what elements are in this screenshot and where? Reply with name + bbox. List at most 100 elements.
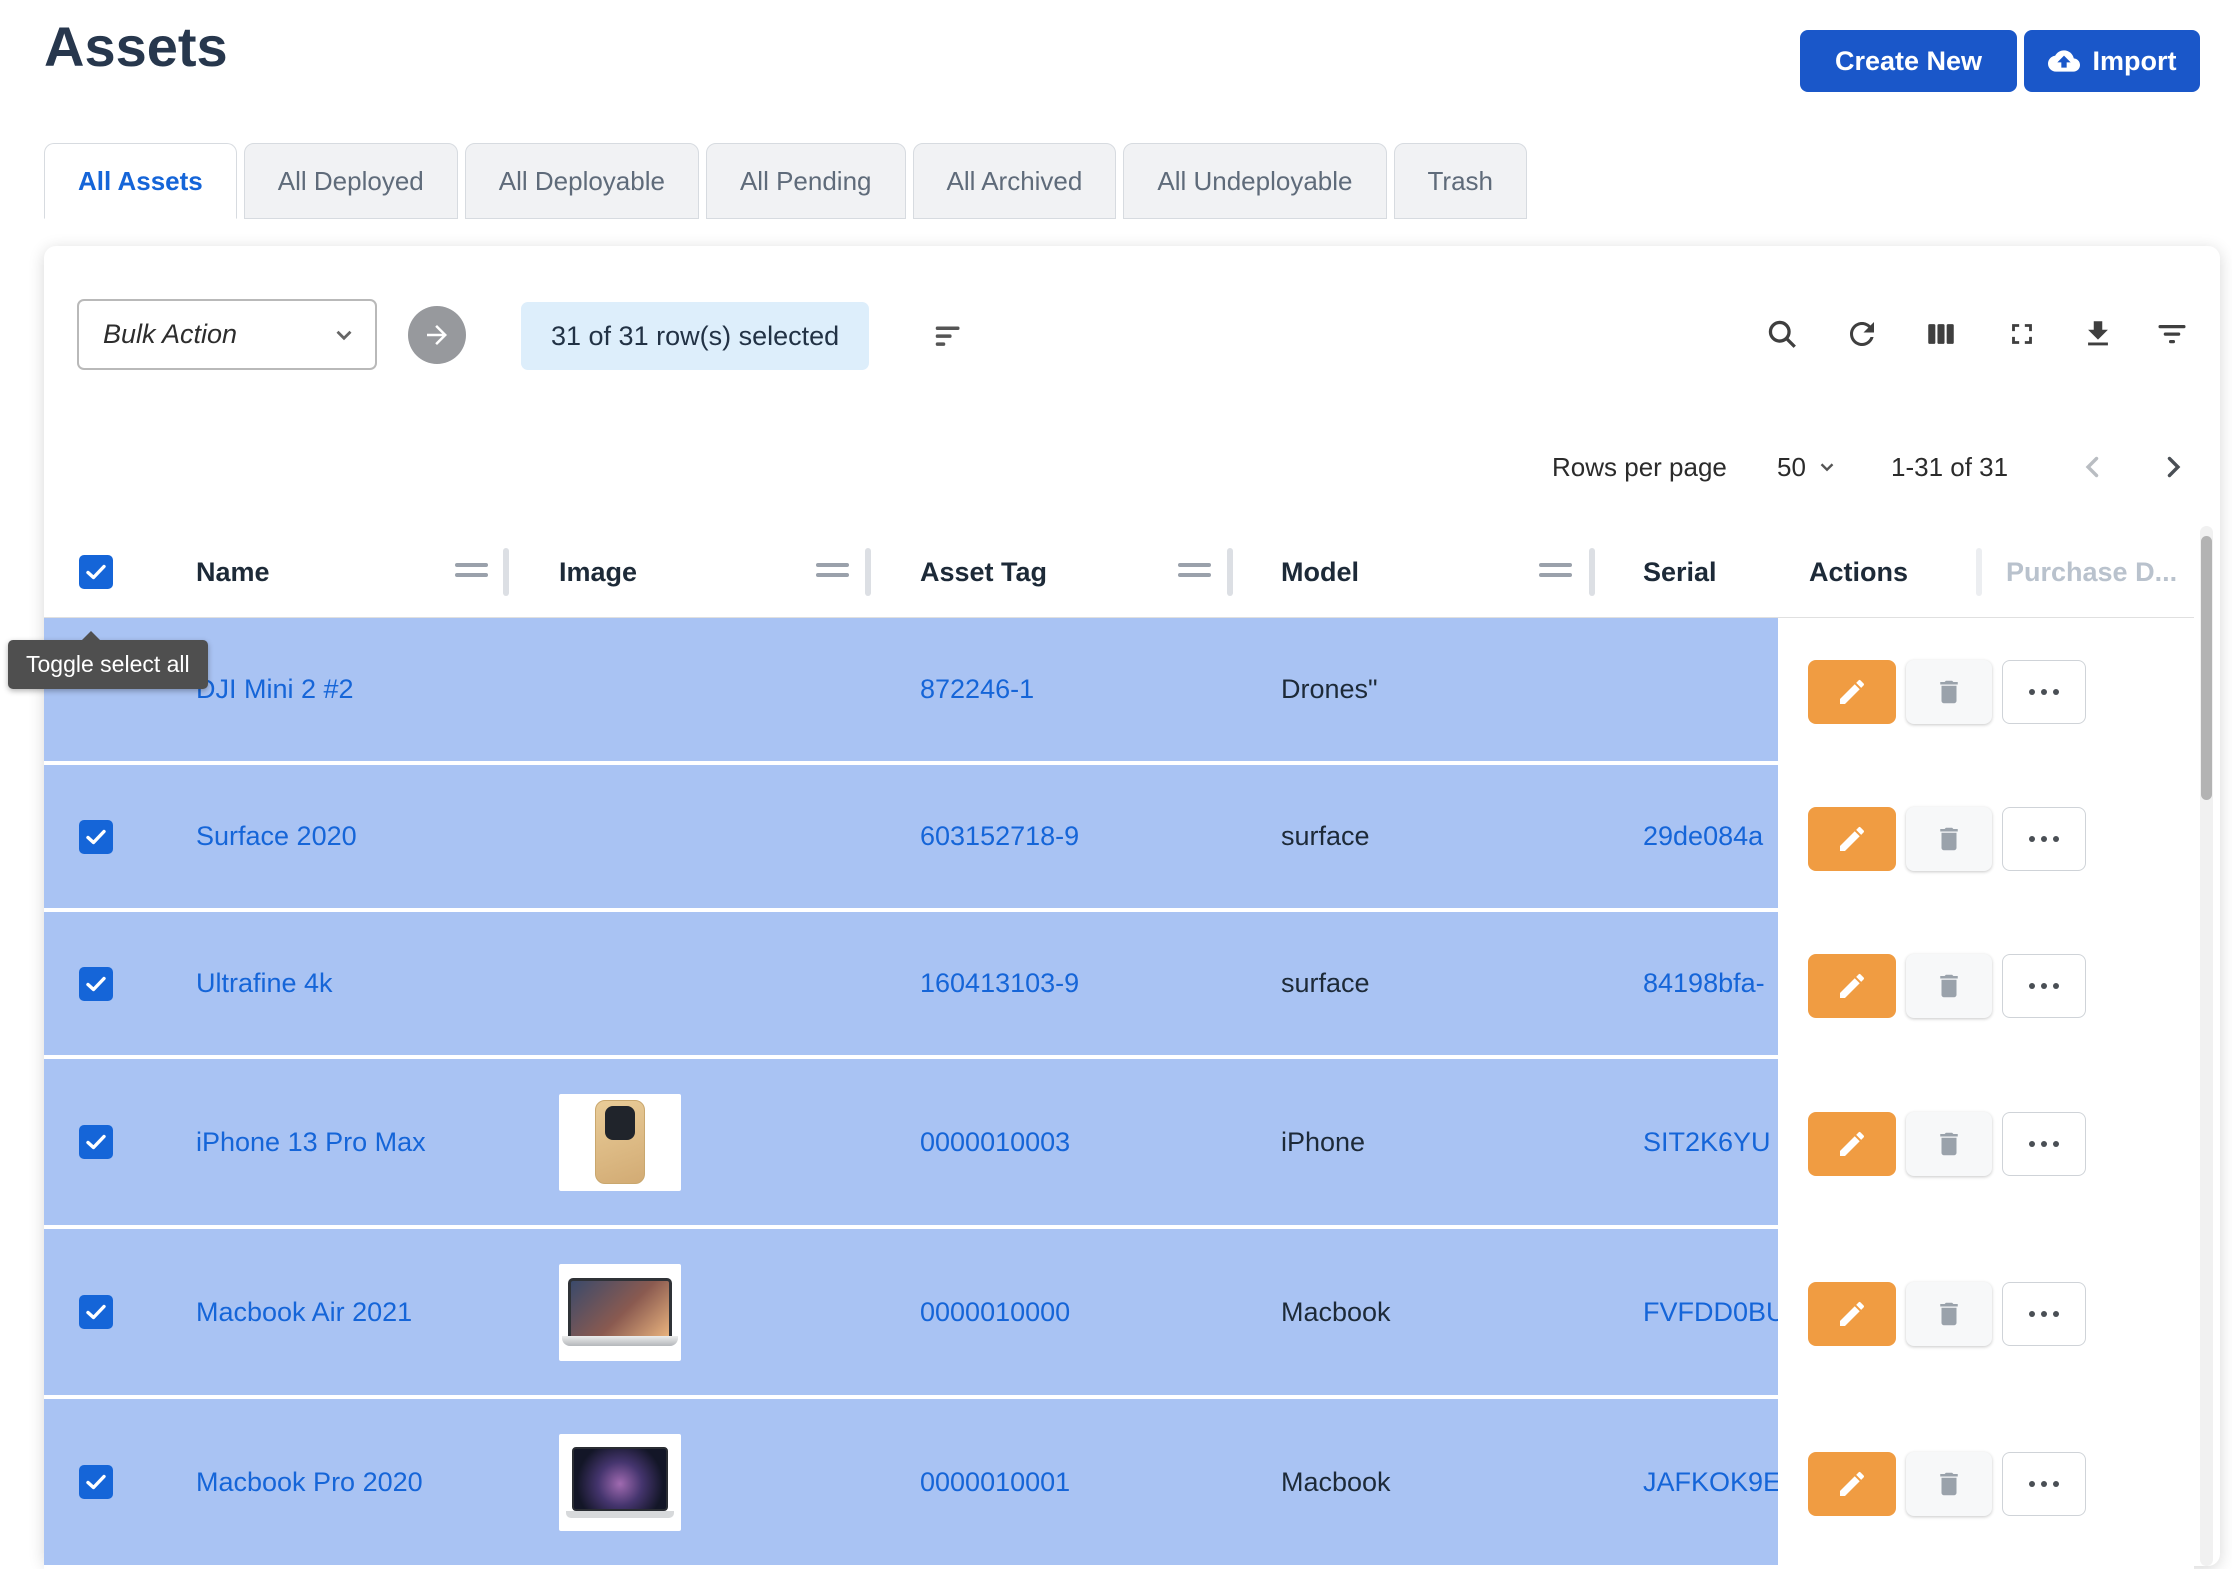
asset-name-link[interactable]: iPhone 13 Pro Max [196, 1127, 426, 1157]
serial-link[interactable]: FVFDD0BU [1643, 1297, 1786, 1327]
delete-button[interactable] [1906, 807, 1992, 871]
import-label: Import [2093, 46, 2177, 77]
chevron-down-icon [331, 322, 357, 348]
tab-all-pending[interactable]: All Pending [706, 143, 906, 219]
arrow-right-icon [422, 320, 452, 350]
delete-button[interactable] [1906, 1452, 1992, 1516]
iphone-thumbnail [559, 1094, 681, 1191]
pencil-icon [1836, 970, 1868, 1002]
apply-bulk-action-button[interactable] [408, 306, 466, 364]
scrollbar-thumb[interactable] [2201, 536, 2212, 800]
pencil-icon [1836, 823, 1868, 855]
column-header-model[interactable]: Model [1281, 526, 1359, 618]
pagination-range: 1-31 of 31 [1891, 442, 2008, 492]
asset-tag-link[interactable]: 0000010001 [920, 1467, 1070, 1497]
vertical-scrollbar[interactable] [2200, 526, 2213, 1566]
asset-tag-link[interactable]: 603152718-9 [920, 821, 1079, 851]
delete-button[interactable] [1906, 1282, 1992, 1346]
filter-icon[interactable] [2150, 312, 2194, 356]
row-actions [1778, 765, 2194, 912]
asset-name-link[interactable]: Macbook Air 2021 [196, 1297, 412, 1327]
more-actions-button[interactable] [2002, 1112, 2086, 1176]
rows-per-page-select[interactable]: 50 [1777, 442, 1838, 492]
download-icon[interactable] [2076, 312, 2120, 356]
edit-button[interactable] [1808, 954, 1896, 1018]
more-actions-button[interactable] [2002, 807, 2086, 871]
refresh-icon[interactable] [1840, 312, 1884, 356]
tab-all-undeployable[interactable]: All Undeployable [1123, 143, 1386, 219]
macbook-pro-thumbnail [559, 1434, 681, 1531]
edit-button[interactable] [1808, 1282, 1896, 1346]
delete-button[interactable] [1906, 1112, 1992, 1176]
next-page-button[interactable] [2150, 444, 2196, 490]
row-checkbox[interactable] [79, 967, 113, 1001]
tab-all-deployable[interactable]: All Deployable [465, 143, 699, 219]
more-actions-button[interactable] [2002, 660, 2086, 724]
more-actions-button[interactable] [2002, 1282, 2086, 1346]
cloud-upload-icon [2048, 45, 2080, 77]
column-header-image[interactable]: Image [559, 526, 637, 618]
row-actions [1778, 912, 2194, 1059]
asset-tag-link[interactable]: 872246-1 [920, 674, 1034, 704]
tab-trash[interactable]: Trash [1394, 143, 1528, 219]
serial-link[interactable]: JAFKOK9E [1643, 1467, 1781, 1497]
row-checkbox[interactable] [79, 1125, 113, 1159]
column-header-name[interactable]: Name [196, 526, 270, 618]
edit-button[interactable] [1808, 807, 1896, 871]
serial-link[interactable]: 84198bfa- [1643, 968, 1765, 998]
column-drag-handle-icon[interactable] [816, 563, 849, 583]
column-resize-separator[interactable] [1589, 548, 1595, 596]
select-all-checkbox[interactable] [79, 555, 113, 589]
delete-button[interactable] [1906, 660, 1992, 724]
asset-tag-link[interactable]: 160413103-9 [920, 968, 1079, 998]
assets-table-card: Bulk Action 31 of 31 row(s) selected Row… [44, 246, 2220, 1566]
row-checkbox[interactable] [79, 1295, 113, 1329]
tab-all-assets[interactable]: All Assets [44, 143, 237, 219]
edit-button[interactable] [1808, 1452, 1896, 1516]
column-header-actions: Actions [1809, 526, 1908, 618]
more-actions-button[interactable] [2002, 1452, 2086, 1516]
trash-icon [1934, 677, 1964, 707]
tab-all-deployed[interactable]: All Deployed [244, 143, 458, 219]
more-actions-button[interactable] [2002, 954, 2086, 1018]
serial-link[interactable]: 29de084a [1643, 821, 1763, 851]
search-icon[interactable] [1760, 312, 1804, 356]
trash-icon [1934, 1469, 1964, 1499]
previous-page-button[interactable] [2070, 444, 2116, 490]
row-checkbox[interactable] [79, 820, 113, 854]
column-drag-handle-icon[interactable] [1178, 563, 1211, 583]
column-resize-separator[interactable] [865, 548, 871, 596]
asset-tag-link[interactable]: 0000010000 [920, 1297, 1070, 1327]
columns-icon[interactable] [1919, 312, 1963, 356]
column-drag-handle-icon[interactable] [455, 563, 488, 583]
model-cell: Macbook [1281, 1467, 1643, 1498]
bulk-action-select[interactable]: Bulk Action [77, 299, 377, 370]
edit-button[interactable] [1808, 1112, 1896, 1176]
actions-column-header: Actions Purchase D... [1778, 526, 2194, 618]
pencil-icon [1836, 1128, 1868, 1160]
column-resize-separator[interactable] [503, 548, 509, 596]
edit-button[interactable] [1808, 660, 1896, 724]
sort-icon[interactable] [928, 314, 972, 358]
macbook-air-thumbnail [559, 1264, 681, 1361]
asset-tag-link[interactable]: 0000010003 [920, 1127, 1070, 1157]
column-header-asset-tag[interactable]: Asset Tag [920, 526, 1047, 618]
asset-name-link[interactable]: DJI Mini 2 #2 [196, 674, 354, 704]
fullscreen-icon[interactable] [2000, 312, 2044, 356]
column-drag-handle-icon[interactable] [1539, 563, 1572, 583]
create-new-label: Create New [1835, 46, 1982, 77]
trash-icon [1934, 1299, 1964, 1329]
pencil-icon [1836, 676, 1868, 708]
column-header-serial[interactable]: Serial [1643, 526, 1717, 618]
column-resize-separator[interactable] [1227, 548, 1233, 596]
delete-button[interactable] [1906, 954, 1992, 1018]
row-checkbox[interactable] [79, 1465, 113, 1499]
import-button[interactable]: Import [2024, 30, 2200, 92]
serial-link[interactable]: SIT2K6YU [1643, 1127, 1771, 1157]
asset-name-link[interactable]: Ultrafine 4k [196, 968, 333, 998]
asset-name-link[interactable]: Macbook Pro 2020 [196, 1467, 423, 1497]
create-new-button[interactable]: Create New [1800, 30, 2017, 92]
tab-all-archived[interactable]: All Archived [913, 143, 1117, 219]
trash-icon [1934, 824, 1964, 854]
asset-name-link[interactable]: Surface 2020 [196, 821, 357, 851]
